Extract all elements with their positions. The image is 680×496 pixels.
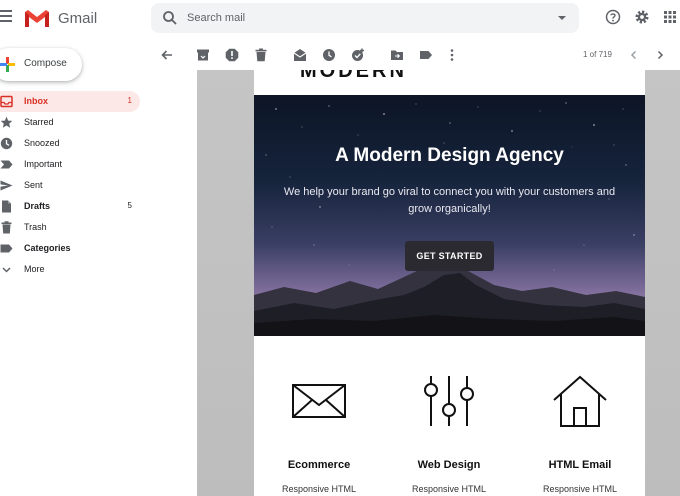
email-body: MODERN A Modern Design Agency We help yo… <box>254 70 645 496</box>
feature-title: Web Design <box>417 459 481 471</box>
inbox-icon <box>0 95 13 108</box>
hero-title: A Modern Design Agency <box>335 145 564 166</box>
chevron-down-icon <box>2 267 11 273</box>
sidebar-nav: Inbox 1 Starred Snoozed Important Sent D… <box>0 91 148 280</box>
search-icon[interactable] <box>162 10 178 26</box>
labels-icon[interactable] <box>419 48 433 62</box>
social-icons-partial <box>502 70 598 76</box>
sidebar-item-snoozed[interactable]: Snoozed <box>0 133 140 154</box>
mark-unread-icon[interactable] <box>293 48 307 62</box>
delete-icon[interactable] <box>254 48 268 62</box>
sidebar-item-categories[interactable]: Categories <box>0 238 140 259</box>
label-important-icon <box>0 160 13 169</box>
sidebar-item-important[interactable]: Important <box>0 154 140 175</box>
label-icon <box>0 244 13 253</box>
main-menu-icon[interactable] <box>0 10 14 24</box>
email-brand-logo-partial: MODERN <box>300 70 407 82</box>
trash-icon <box>1 221 12 234</box>
clock-icon <box>0 137 13 150</box>
sidebar-item-label: Starred <box>24 117 54 127</box>
message-viewport[interactable]: MODERN A Modern Design Agency We help yo… <box>197 70 680 496</box>
compose-plus-icon <box>0 57 15 72</box>
compose-label: Compose <box>24 58 67 69</box>
more-vert-icon[interactable] <box>445 48 459 62</box>
feature-ecommerce: Ecommerce Responsive HTML <box>254 336 384 496</box>
older-chevron-left-icon[interactable] <box>627 48 641 62</box>
sidebar-item-more[interactable]: More <box>0 259 140 280</box>
send-icon <box>0 180 13 191</box>
feature-subtitle: Responsive HTML <box>542 484 618 494</box>
drafts-count: 5 <box>127 201 132 210</box>
feature-subtitle: Responsive HTML <box>281 484 357 494</box>
sidebar-item-label: Drafts <box>24 201 51 211</box>
snooze-icon[interactable] <box>322 48 336 62</box>
add-task-icon[interactable] <box>351 48 365 62</box>
feature-web-design: Web Design Responsive HTML <box>384 336 514 496</box>
inbox-unread-count: 1 <box>127 96 132 105</box>
compose-button[interactable]: Compose <box>0 48 82 81</box>
search-input[interactable] <box>187 9 547 27</box>
search-bar[interactable] <box>151 3 579 33</box>
hero-banner: A Modern Design Agency We help your bran… <box>254 95 645 336</box>
sidebar-item-trash[interactable]: Trash <box>0 217 140 238</box>
app-name: Gmail <box>58 9 98 27</box>
gmail-logo[interactable]: Gmail <box>24 8 97 28</box>
sidebar-item-label: Sent <box>24 180 43 190</box>
report-spam-icon[interactable] <box>225 48 239 62</box>
hero-subtitle: We help your brand go viral to connect y… <box>283 186 616 215</box>
settings-gear-icon[interactable] <box>634 9 650 25</box>
home-icon <box>553 375 607 427</box>
sidebar-item-drafts[interactable]: Drafts 5 <box>0 196 140 217</box>
sidebar-item-label: Inbox <box>24 96 48 106</box>
search-options-icon[interactable] <box>555 11 569 25</box>
gmail-m-icon <box>24 10 50 28</box>
sidebar-item-label: Important <box>24 159 63 169</box>
app-header: Gmail <box>0 0 680 38</box>
move-to-icon[interactable] <box>390 48 404 62</box>
sidebar-item-label: Trash <box>24 222 47 232</box>
newer-chevron-right-icon[interactable] <box>653 48 667 62</box>
pagination-count: 1 of 719 <box>583 50 612 59</box>
star-icon <box>0 116 13 128</box>
message-toolbar: 1 of 719 <box>150 40 680 70</box>
archive-icon[interactable] <box>196 48 210 62</box>
sidebar-item-sent[interactable]: Sent <box>0 175 140 196</box>
back-arrow-icon[interactable] <box>160 48 174 62</box>
feature-title: Ecommerce <box>287 459 351 471</box>
sidebar-item-label: More <box>24 264 45 274</box>
feature-title: HTML Email <box>548 459 612 471</box>
support-icon[interactable] <box>605 9 621 25</box>
envelope-icon <box>292 384 346 418</box>
apps-grid-icon[interactable] <box>662 9 678 25</box>
draft-icon <box>2 200 11 213</box>
sliders-icon <box>424 376 474 426</box>
sidebar-item-inbox[interactable]: Inbox 1 <box>0 91 140 112</box>
feature-subtitle: Responsive HTML <box>411 484 487 494</box>
sidebar-item-label: Categories <box>24 243 71 253</box>
sidebar-item-label: Snoozed <box>24 138 60 148</box>
sidebar-item-starred[interactable]: Starred <box>0 112 140 133</box>
get-started-button[interactable]: GET STARTED <box>405 241 494 271</box>
features-row: Ecommerce Responsive HTML Web Design Res… <box>254 336 645 496</box>
feature-html-email: HTML Email Responsive HTML <box>515 336 645 496</box>
